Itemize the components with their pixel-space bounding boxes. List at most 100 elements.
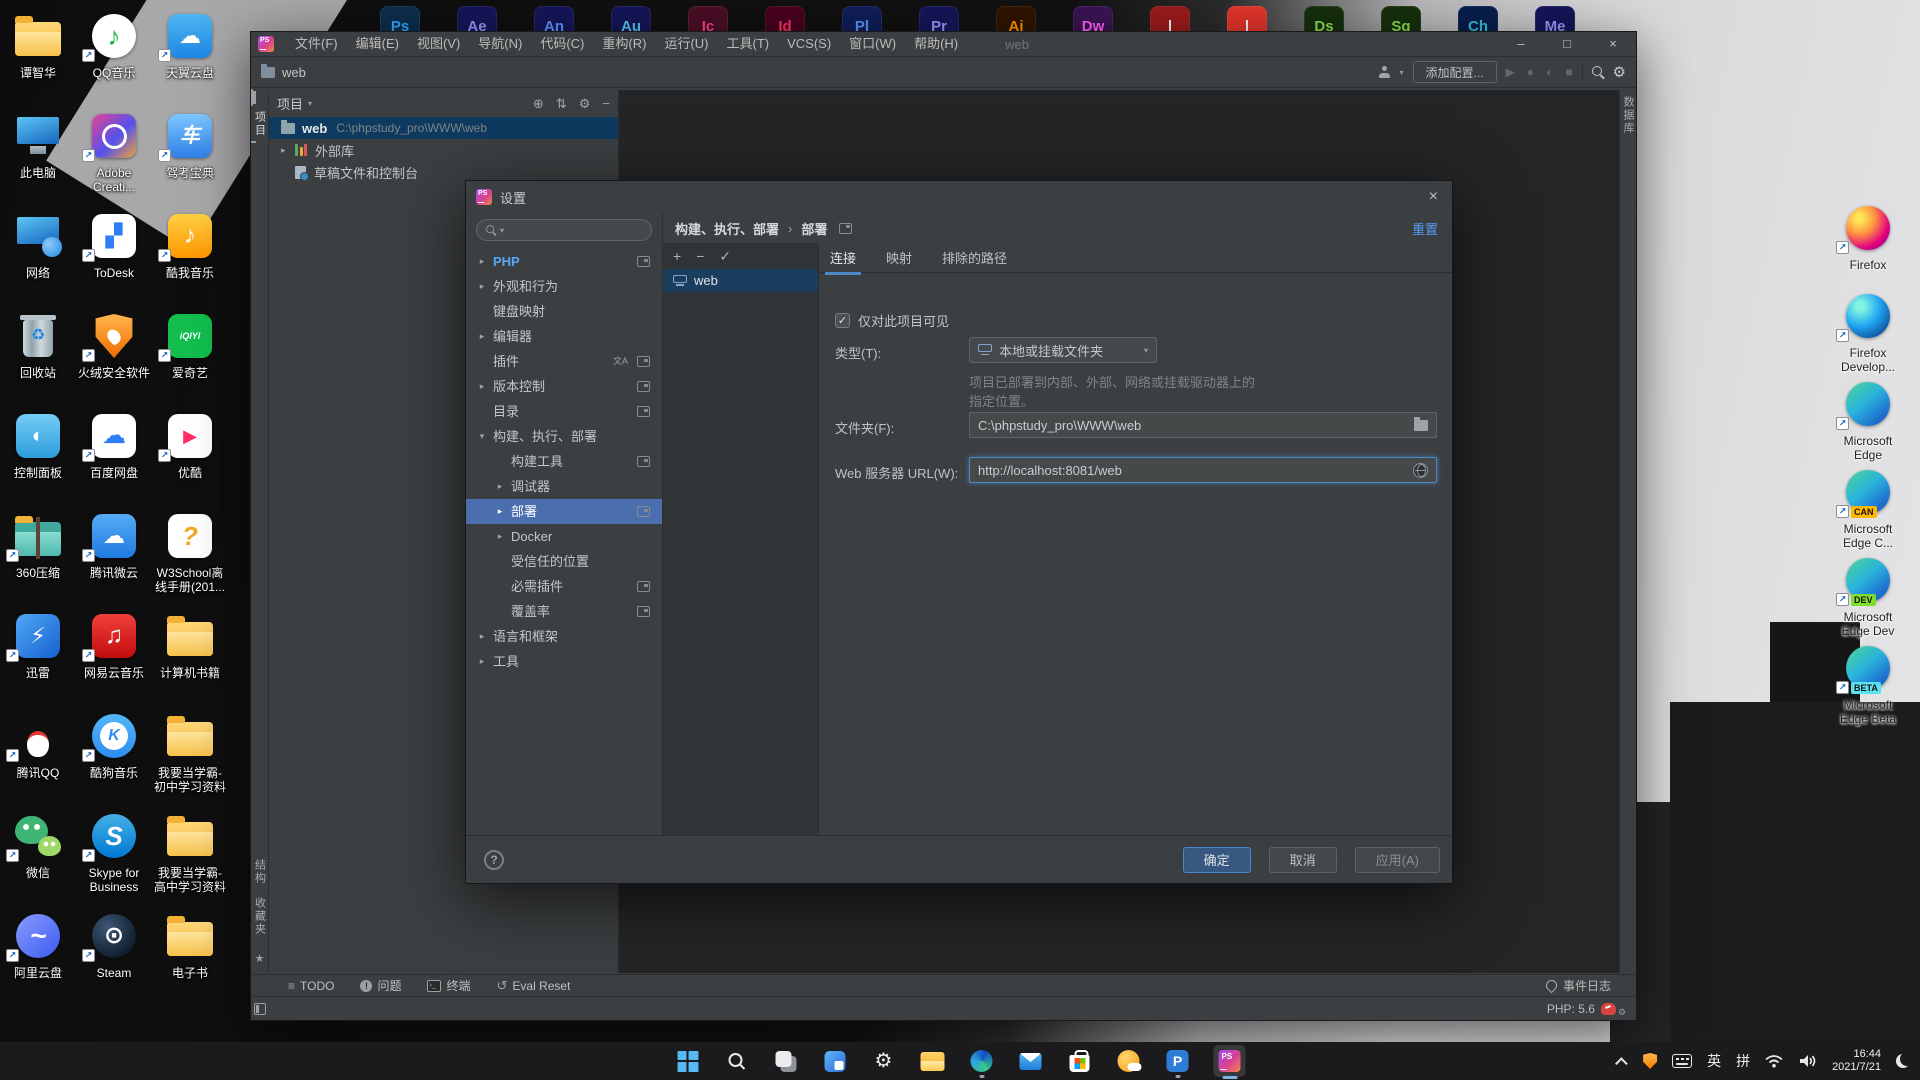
- settings-tree-item[interactable]: ▸ 版本控制: [466, 374, 662, 399]
- window-control-button[interactable]: □: [1544, 32, 1590, 56]
- settings-gear-icon[interactable]: ⚙: [1613, 63, 1626, 81]
- server-list-item[interactable]: web: [663, 269, 818, 292]
- menu-item[interactable]: 运行(U): [655, 32, 717, 56]
- tool-window-toggle-icon[interactable]: [254, 1003, 266, 1015]
- desktop-icon[interactable]: BETA Microsoft Edge Beta: [1830, 642, 1906, 730]
- chevron-icon[interactable]: ▸: [476, 249, 488, 274]
- desktop-icon[interactable]: 我要当学霸- 高中学习资料: [152, 810, 228, 910]
- chevron-icon[interactable]: ▸: [494, 499, 506, 524]
- search-everywhere-icon[interactable]: [1592, 66, 1604, 78]
- folder-input[interactable]: C:\phpstudy_pro\WWW\web: [969, 412, 1437, 438]
- menu-item[interactable]: 视图(V): [408, 32, 469, 56]
- menu-item[interactable]: 编辑(E): [347, 32, 408, 56]
- taskbar-search-button[interactable]: [724, 1043, 750, 1079]
- php-version-label[interactable]: PHP: 5.6: [1547, 1002, 1595, 1016]
- project-row-external-libraries[interactable]: ▸ 外部库: [269, 139, 618, 161]
- window-control-button[interactable]: –: [1498, 32, 1544, 56]
- settings-tree-item[interactable]: ▸ 工具: [466, 649, 662, 674]
- menu-item[interactable]: 帮助(H): [905, 32, 967, 56]
- settings-tree-item[interactable]: ▸ 部署: [466, 499, 662, 524]
- settings-tree-item[interactable]: ▾ 构建、执行、部署: [466, 424, 662, 449]
- desktop-icon[interactable]: 腾讯QQ: [0, 710, 76, 810]
- todo-button[interactable]: ≡TODO: [288, 979, 334, 993]
- project-panel-title[interactable]: 项目: [277, 94, 303, 113]
- run-tool-icon[interactable]: ▶: [1506, 65, 1515, 79]
- settings-tree-item[interactable]: ▸ 编辑器: [466, 324, 662, 349]
- dialog-close-button[interactable]: ×: [1425, 188, 1442, 206]
- server-list-tool-icon[interactable]: −: [696, 248, 704, 264]
- settings-tree-item[interactable]: 受信任的位置: [466, 549, 662, 574]
- settings-tree-item[interactable]: 构建工具: [466, 449, 662, 474]
- browse-folder-icon[interactable]: [1414, 420, 1428, 431]
- desktop-icon[interactable]: ☁ 天翼云盘: [152, 10, 228, 110]
- menu-item[interactable]: 导航(N): [469, 32, 531, 56]
- settings-tree-item[interactable]: 目录: [466, 399, 662, 424]
- menu-item[interactable]: 代码(C): [531, 32, 593, 56]
- desktop-icon[interactable]: ? W3School离 线手册(201...: [152, 510, 228, 610]
- stripe-project-button[interactable]: 项目: [252, 111, 268, 137]
- mail-button[interactable]: [1018, 1043, 1044, 1079]
- stripe-database-button[interactable]: 数据库: [1620, 96, 1636, 135]
- web-server-url-input[interactable]: http://localhost:8081/web: [969, 457, 1437, 483]
- settings-tree-item[interactable]: 插件: [466, 349, 662, 374]
- desktop-icon[interactable]: ~ 阿里云盘: [0, 910, 76, 1010]
- ok-button[interactable]: 确定: [1183, 847, 1251, 873]
- desktop-icon[interactable]: ⚡ 迅雷: [0, 610, 76, 710]
- desktop-icon[interactable]: S Skype for Business: [76, 810, 152, 910]
- desktop-icon[interactable]: Microsoft Edge: [1830, 378, 1906, 466]
- window-control-button[interactable]: ×: [1590, 32, 1636, 56]
- server-list-tool-icon[interactable]: ✓: [719, 248, 731, 265]
- menu-item[interactable]: 工具(T): [717, 32, 778, 56]
- widgets-button[interactable]: [822, 1043, 848, 1079]
- add-configuration-button[interactable]: 添加配置...: [1413, 61, 1497, 83]
- desktop-icon[interactable]: 我要当学霸- 初中学习资料: [152, 710, 228, 810]
- desktop-icon[interactable]: ⊙ Steam: [76, 910, 152, 1010]
- navbar-root[interactable]: web: [282, 65, 306, 80]
- server-list-tool-icon[interactable]: +: [673, 248, 681, 264]
- deployment-tab[interactable]: 映射: [886, 248, 912, 267]
- huorong-shield-icon[interactable]: [1643, 1053, 1657, 1069]
- desktop-icon[interactable]: ♪ QQ音乐: [76, 10, 152, 110]
- chevron-right-icon[interactable]: ▸: [281, 145, 295, 156]
- settings-search-input[interactable]: ▾: [476, 219, 652, 241]
- desktop-icon[interactable]: ☁ 百度网盘: [76, 410, 152, 510]
- apply-button[interactable]: 应用(A): [1355, 847, 1440, 873]
- stripe-favorites-button[interactable]: 收藏夹: [252, 897, 268, 936]
- chevron-icon[interactable]: ▸: [476, 324, 488, 349]
- p-app-button[interactable]: P: [1165, 1043, 1191, 1079]
- desktop-icon[interactable]: DEV Microsoft Edge Dev: [1830, 554, 1906, 642]
- run-tool-icon[interactable]: ■: [1565, 65, 1572, 79]
- deployment-tab[interactable]: 排除的路径: [942, 248, 1007, 267]
- settings-app-button[interactable]: ⚙: [871, 1043, 897, 1079]
- settings-tree-item[interactable]: ▸ 语言和框架: [466, 624, 662, 649]
- help-button[interactable]: ?: [484, 850, 504, 870]
- menu-item[interactable]: VCS(S): [778, 32, 840, 56]
- desktop-icon[interactable]: Adobe Creati...: [76, 110, 152, 210]
- desktop-icon[interactable]: ♪ 酷我音乐: [152, 210, 228, 310]
- ime-english-indicator[interactable]: 英: [1707, 1051, 1721, 1071]
- desktop-icon[interactable]: 微信: [0, 810, 76, 910]
- desktop-icon[interactable]: 此电脑: [0, 110, 76, 210]
- clock[interactable]: 16:44 2021/7/21: [1832, 1048, 1881, 1074]
- desktop-icon[interactable]: 网络: [0, 210, 76, 310]
- reset-link[interactable]: 重置: [1412, 219, 1438, 238]
- desktop-icon[interactable]: ◐ 控制面板: [0, 410, 76, 510]
- desktop-icon[interactable]: iQIYI 爱奇艺: [152, 310, 228, 410]
- chevron-icon[interactable]: ▸: [476, 649, 488, 674]
- desktop-icon[interactable]: 火绒安全软件: [76, 310, 152, 410]
- speaker-icon[interactable]: [1798, 1053, 1817, 1069]
- desktop-icon[interactable]: ☁ 腾讯微云: [76, 510, 152, 610]
- project-tool-icon[interactable]: ⇅: [556, 96, 567, 112]
- desktop-icon[interactable]: K 酷狗音乐: [76, 710, 152, 810]
- menu-item[interactable]: 重构(R): [593, 32, 655, 56]
- file-explorer-button[interactable]: [920, 1043, 946, 1079]
- visible-only-checkbox[interactable]: ✓ 仅对此项目可见: [835, 311, 949, 330]
- terminal-button[interactable]: ›_终端: [427, 977, 470, 994]
- settings-tree-item[interactable]: 覆盖率: [466, 599, 662, 624]
- chevron-icon[interactable]: ▸: [476, 274, 488, 299]
- project-tool-icon[interactable]: −: [602, 96, 610, 112]
- chevron-icon[interactable]: ▸: [476, 624, 488, 649]
- edge-button[interactable]: [969, 1043, 995, 1079]
- settings-tree-item[interactable]: 必需插件: [466, 574, 662, 599]
- desktop-icon[interactable]: CAN Microsoft Edge C...: [1830, 466, 1906, 554]
